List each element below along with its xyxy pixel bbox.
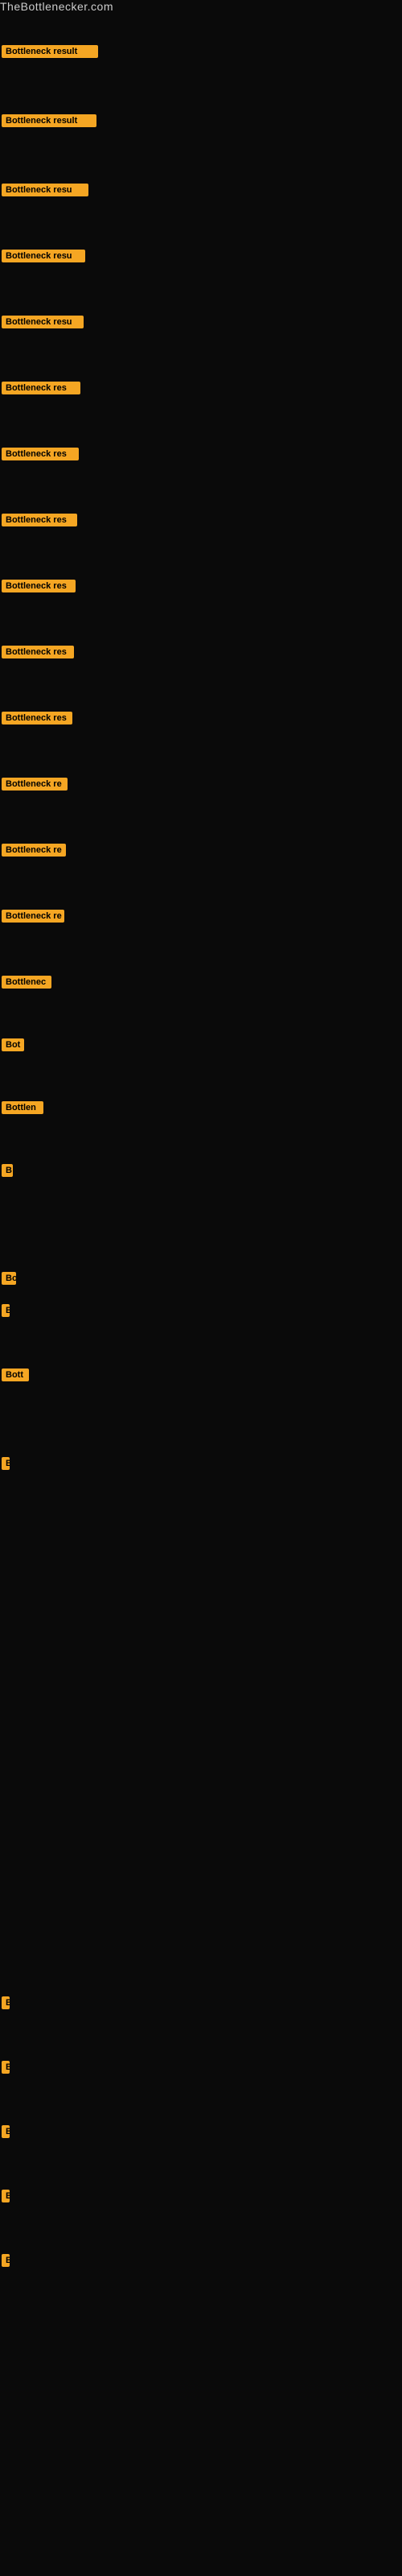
bottleneck-badge-row-18: B: [2, 1164, 13, 1181]
bottleneck-badge-15: Bottlenec: [2, 976, 51, 989]
bottleneck-badge-row-9: Bottleneck res: [2, 580, 76, 597]
bottleneck-badge-8: Bottleneck res: [2, 514, 77, 526]
bottleneck-badge-row-23: B: [2, 1996, 10, 2013]
bottleneck-badge-row-26: B: [2, 2190, 10, 2207]
bottleneck-badge-row-5: Bottleneck resu: [2, 316, 84, 332]
bottleneck-badge-row-7: Bottleneck res: [2, 448, 79, 464]
bottleneck-badge-row-2: Bottleneck result: [2, 114, 96, 131]
bottleneck-badge-row-19: Bo: [2, 1272, 16, 1289]
bottleneck-badge-19: Bo: [2, 1272, 16, 1285]
bottleneck-badge-23: B: [2, 1996, 10, 2009]
bottleneck-badge-row-1: Bottleneck result: [2, 45, 98, 62]
bottleneck-badge-row-12: Bottleneck re: [2, 778, 68, 795]
bottleneck-badge-row-11: Bottleneck res: [2, 712, 72, 729]
bottleneck-badge-row-6: Bottleneck res: [2, 382, 80, 398]
bottleneck-badge-26: B: [2, 2190, 10, 2202]
bottleneck-badge-row-27: B: [2, 2254, 10, 2271]
bottleneck-badge-24: B: [2, 2061, 10, 2074]
bottleneck-badge-row-16: Bot: [2, 1038, 24, 1055]
bottleneck-badge-row-21: Bott: [2, 1368, 29, 1385]
bottleneck-badge-1: Bottleneck result: [2, 45, 98, 58]
bottleneck-badge-row-15: Bottlenec: [2, 976, 51, 993]
bottleneck-badge-16: Bot: [2, 1038, 24, 1051]
bottleneck-badge-18: B: [2, 1164, 13, 1177]
bottleneck-badge-12: Bottleneck re: [2, 778, 68, 791]
bottleneck-badge-row-13: Bottleneck re: [2, 844, 66, 861]
bottleneck-badge-14: Bottleneck re: [2, 910, 64, 923]
bottleneck-badge-row-20: B: [2, 1304, 10, 1321]
bottleneck-badge-6: Bottleneck res: [2, 382, 80, 394]
bottleneck-badge-13: Bottleneck re: [2, 844, 66, 857]
bottleneck-badge-27: B: [2, 2254, 10, 2267]
bottleneck-badge-2: Bottleneck result: [2, 114, 96, 127]
bottleneck-badge-row-4: Bottleneck resu: [2, 250, 85, 266]
site-title: TheBottlenecker.com: [0, 0, 113, 16]
bottleneck-badge-row-22: B: [2, 1457, 10, 1474]
bottleneck-badge-row-3: Bottleneck resu: [2, 184, 88, 200]
bottleneck-badge-3: Bottleneck resu: [2, 184, 88, 196]
bottleneck-badge-21: Bott: [2, 1368, 29, 1381]
bottleneck-badge-10: Bottleneck res: [2, 646, 74, 658]
bottleneck-badge-4: Bottleneck resu: [2, 250, 85, 262]
bottleneck-badge-22: B: [2, 1457, 10, 1470]
bottleneck-badge-20: B: [2, 1304, 10, 1317]
bottleneck-badge-17: Bottlen: [2, 1101, 43, 1114]
bottleneck-badge-row-10: Bottleneck res: [2, 646, 74, 663]
bottleneck-badge-row-8: Bottleneck res: [2, 514, 77, 530]
bottleneck-badge-9: Bottleneck res: [2, 580, 76, 592]
bottleneck-badge-row-17: Bottlen: [2, 1101, 43, 1118]
bottleneck-badge-row-24: B: [2, 2061, 10, 2078]
bottleneck-badge-row-14: Bottleneck re: [2, 910, 64, 927]
bottleneck-badge-7: Bottleneck res: [2, 448, 79, 460]
bottleneck-badge-25: B: [2, 2125, 10, 2138]
bottleneck-badge-11: Bottleneck res: [2, 712, 72, 724]
bottleneck-badge-row-25: B: [2, 2125, 10, 2142]
bottleneck-badge-5: Bottleneck resu: [2, 316, 84, 328]
